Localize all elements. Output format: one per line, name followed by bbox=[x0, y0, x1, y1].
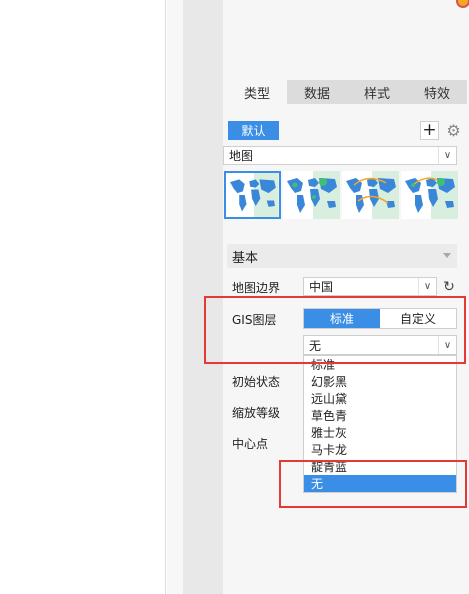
world-map-pin-icon[interactable] bbox=[283, 171, 340, 219]
annotation-highlight-box bbox=[279, 460, 467, 508]
zoom-level-label: 缩放等级 bbox=[232, 406, 281, 420]
plus-icon[interactable]: + bbox=[420, 121, 439, 140]
chevron-down-icon: ∨ bbox=[438, 147, 456, 164]
world-map-icon[interactable] bbox=[224, 171, 281, 219]
map-boundary-select[interactable]: 中国 ∨ bbox=[303, 277, 437, 296]
chevron-down-icon: ∨ bbox=[418, 278, 436, 295]
option-phantom-black[interactable]: 幻影黑 bbox=[304, 373, 456, 390]
world-map-flow-icon[interactable] bbox=[342, 171, 399, 219]
refresh-icon[interactable]: ↻ bbox=[440, 277, 458, 296]
option-elegant-gray[interactable]: 雅士灰 bbox=[304, 424, 456, 441]
world-map-pin-flow-icon[interactable] bbox=[401, 171, 458, 219]
annotation-highlight-box bbox=[204, 296, 466, 364]
tab-type[interactable]: 类型 bbox=[227, 80, 287, 104]
section-basic-title: 基本 bbox=[232, 250, 259, 266]
tab-style[interactable]: 样式 bbox=[347, 80, 407, 104]
center-point-label: 中心点 bbox=[232, 437, 269, 451]
tab-data[interactable]: 数据 bbox=[287, 80, 347, 104]
tab-effects[interactable]: 特效 bbox=[407, 80, 467, 104]
chart-type-value: 地图 bbox=[229, 149, 254, 163]
report-canvas[interactable] bbox=[0, 0, 166, 594]
option-macaron[interactable]: 马卡龙 bbox=[304, 441, 456, 458]
section-basic-header[interactable]: 基本 bbox=[227, 244, 457, 268]
caret-down-icon bbox=[443, 253, 451, 258]
option-distant-mountain[interactable]: 远山黛 bbox=[304, 390, 456, 407]
panel-tabs: 类型 数据 样式 特效 bbox=[227, 80, 467, 104]
option-grass-green[interactable]: 草色青 bbox=[304, 407, 456, 424]
map-boundary-label: 地图边界 bbox=[232, 281, 281, 295]
map-boundary-value: 中国 bbox=[309, 280, 334, 294]
default-button[interactable]: 默认 bbox=[228, 121, 279, 140]
initial-state-label: 初始状态 bbox=[232, 375, 281, 389]
chart-type-select[interactable]: 地图 ∨ bbox=[223, 146, 457, 165]
gear-icon[interactable]: ⚙ bbox=[444, 121, 463, 140]
canvas-gutter bbox=[167, 0, 183, 594]
